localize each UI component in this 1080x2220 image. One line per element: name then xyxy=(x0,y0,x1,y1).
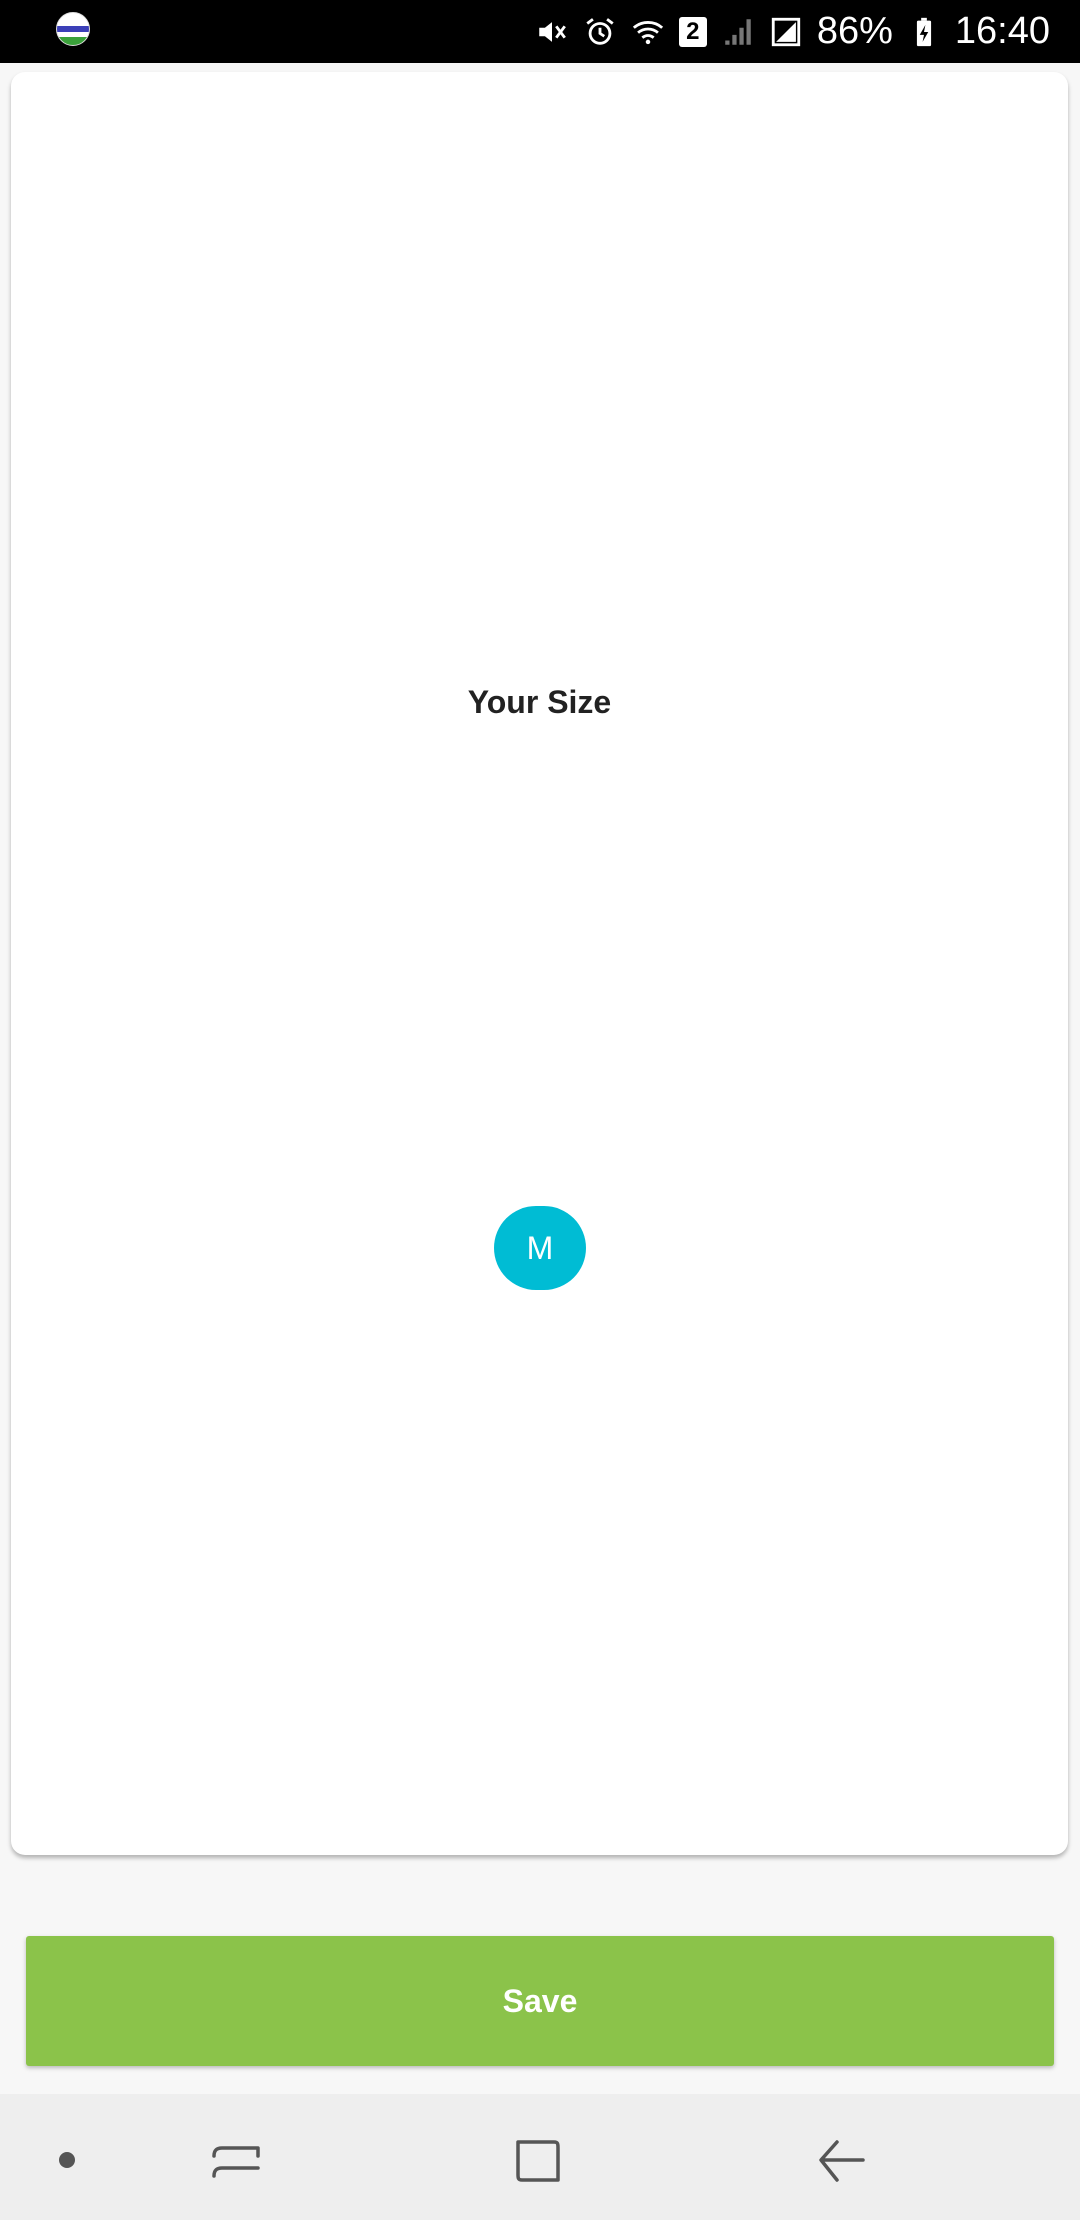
size-option-selected[interactable]: M xyxy=(494,1206,586,1290)
size-card: Your Size M xyxy=(11,72,1068,1855)
save-button[interactable]: Save xyxy=(26,1936,1054,2066)
home-icon[interactable] xyxy=(510,2132,566,2188)
alarm-icon xyxy=(586,17,614,45)
app-logo-icon xyxy=(56,12,90,46)
dot-icon[interactable] xyxy=(59,2152,75,2168)
sim-2-icon: 2 xyxy=(678,16,707,47)
status-bar: 2 86% 16:40 xyxy=(0,0,1080,63)
navigation-bar xyxy=(0,2094,1080,2220)
battery-charging-icon xyxy=(916,17,931,46)
clock: 16:40 xyxy=(954,10,1050,52)
battery-percent: 86% xyxy=(816,10,893,52)
status-icons: 2 86% 16:40 xyxy=(535,0,1050,63)
wifi-icon xyxy=(632,20,663,44)
recent-apps-icon[interactable] xyxy=(208,2132,264,2188)
signal-icon xyxy=(725,18,751,45)
signal-box-icon xyxy=(771,17,801,46)
card-title: Your Size xyxy=(467,684,612,720)
mute-icon xyxy=(539,21,566,42)
back-icon[interactable] xyxy=(813,2132,869,2188)
